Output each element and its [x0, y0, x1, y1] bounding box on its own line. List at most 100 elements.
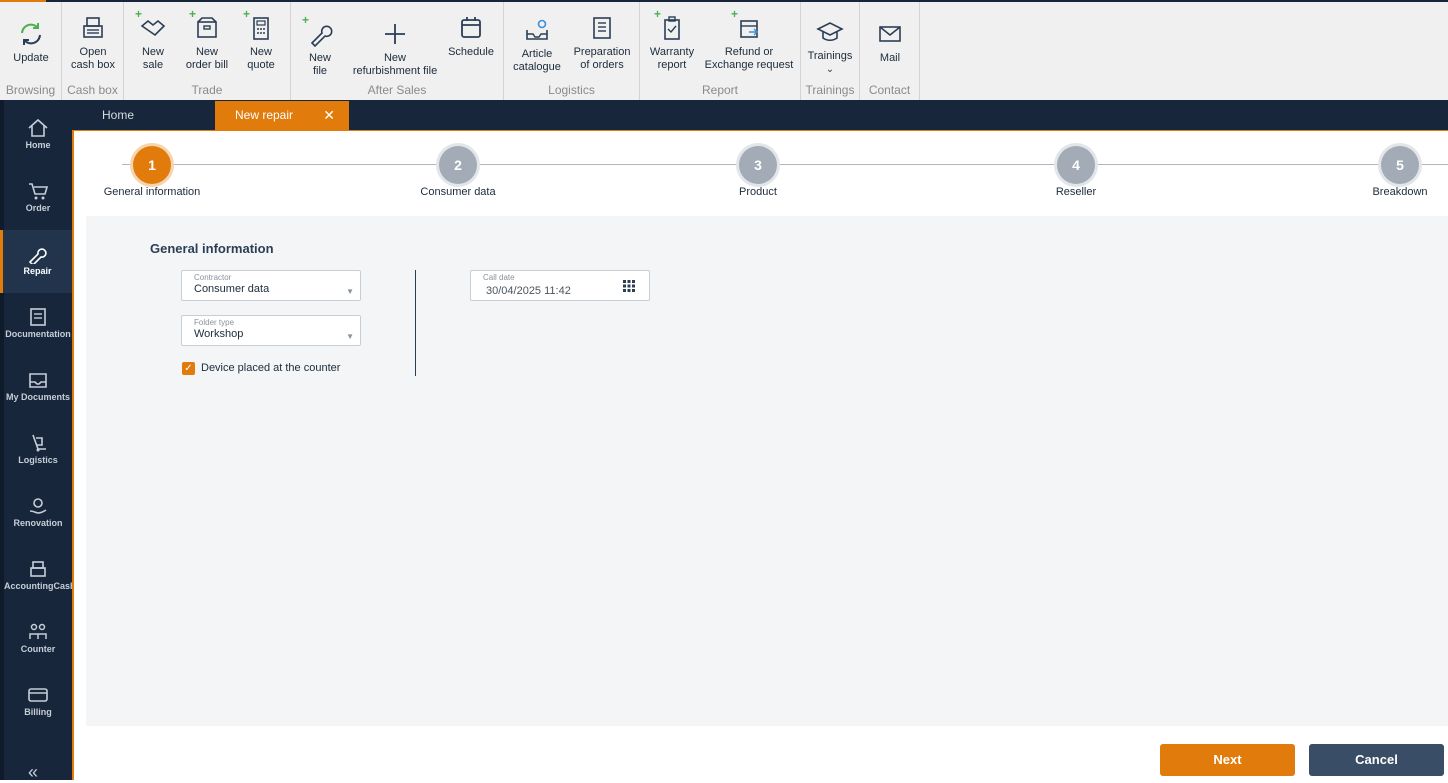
sidebar-item-label: AccountingCash — [4, 581, 76, 591]
open-cash-box-button[interactable]: Open cash box — [68, 14, 118, 72]
contractor-value: Consumer data — [194, 283, 270, 295]
sidebar-item-order[interactable]: Order — [4, 167, 72, 230]
wrench-icon — [27, 244, 49, 267]
ribbon-group-logistics: Article catalogue Preparation of orders … — [504, 2, 640, 100]
step-2[interactable]: 2 — [439, 146, 477, 184]
step-4[interactable]: 4 — [1057, 146, 1095, 184]
sidebar-item-label: Renovation — [13, 518, 63, 528]
calculator-icon: + — [243, 8, 275, 42]
step-1-label: General information — [103, 186, 201, 198]
new-quote-button[interactable]: + New quote — [242, 8, 280, 72]
new-sale-label: New sale — [141, 46, 164, 71]
sidebar-item-renovation[interactable]: Renovation — [4, 482, 72, 545]
chevron-down-icon: ▼ — [346, 332, 354, 341]
folder-type-value: Workshop — [194, 328, 244, 340]
clipboard-icon: + — [654, 8, 686, 42]
calendar-icon — [457, 14, 485, 42]
close-icon[interactable]: ✕ — [323, 101, 335, 130]
mail-icon — [876, 20, 904, 48]
preparation-of-orders-button[interactable]: Preparation of orders — [570, 14, 634, 72]
sidebar-item-label: Order — [25, 203, 51, 213]
new-file-label: New file — [308, 52, 331, 77]
document-icon — [27, 307, 49, 327]
tab-new-repair[interactable]: New repair ✕ — [215, 101, 349, 130]
sidebar-item-label: Counter — [20, 644, 56, 654]
mail-label: Mail — [879, 52, 901, 64]
catalogue-gear-icon — [523, 16, 551, 44]
warranty-report-button[interactable]: + Warranty report — [648, 8, 696, 72]
article-catalogue-button[interactable]: Article catalogue — [512, 16, 562, 74]
ribbon-group-trade: + New sale + New order bill + New quote … — [124, 2, 291, 100]
new-quote-label: New quote — [247, 46, 275, 71]
ribbon-toolbar: Update Browsing Open cash box Cash box +… — [0, 2, 1448, 100]
sidebar: Home Order Repair Documentation My Docum… — [0, 100, 76, 782]
box-icon: + — [189, 8, 221, 42]
group-label-trainings: Trainings — [805, 83, 855, 97]
inbox-icon — [27, 370, 49, 390]
group-label-after-sales: After Sales — [367, 83, 427, 97]
refund-exchange-button[interactable]: + Refund or Exchange request — [704, 8, 794, 72]
contractor-select[interactable]: Contractor Consumer data ▼ — [181, 270, 361, 301]
new-order-bill-button[interactable]: + New order bill — [182, 8, 232, 72]
trainings-dropdown-button[interactable]: Trainings ⌄ — [805, 18, 855, 76]
sidebar-item-counter[interactable]: Counter — [4, 608, 72, 671]
group-label-report: Report — [701, 83, 739, 97]
next-button[interactable]: Next — [1160, 744, 1295, 776]
sidebar-item-label: Repair — [23, 266, 52, 276]
ribbon-group-after-sales: + New file New refurbishment file Schedu… — [291, 2, 504, 100]
group-label-trade: Trade — [191, 83, 223, 97]
sidebar-item-label: Documentation — [5, 329, 71, 339]
step-3[interactable]: 3 — [739, 146, 777, 184]
update-label: Update — [13, 52, 49, 64]
step-3-label: Product — [739, 186, 777, 198]
sidebar-item-billing[interactable]: Billing — [4, 671, 72, 734]
new-file-button[interactable]: + New file — [302, 14, 337, 78]
call-date-field[interactable]: Call date 30/04/2025 11:42 — [470, 270, 650, 301]
article-catalogue-label: Article catalogue — [513, 48, 561, 73]
new-order-bill-label: New order bill — [185, 46, 229, 71]
calendar-grid-icon[interactable] — [623, 280, 635, 292]
ribbon-group-report: + Warranty report + Refund or Exchange r… — [640, 2, 801, 100]
new-sale-button[interactable]: + New sale — [135, 8, 170, 72]
group-label-cash-box: Cash box — [67, 83, 118, 97]
sidebar-item-home[interactable]: Home — [4, 104, 72, 167]
ribbon-group-trainings: Trainings ⌄ Trainings — [801, 2, 860, 100]
sidebar-item-logistics[interactable]: Logistics — [4, 419, 72, 482]
home-icon — [27, 118, 49, 138]
schedule-label: Schedule — [448, 46, 494, 58]
preparation-of-orders-label: Preparation of orders — [573, 46, 631, 71]
warranty-report-label: Warranty report — [649, 46, 695, 71]
folder-type-select[interactable]: Folder type Workshop ▼ — [181, 315, 361, 346]
sidebar-item-my-documents[interactable]: My Documents — [4, 356, 72, 419]
trainings-button-label: Trainings — [807, 50, 853, 62]
hand-gear-icon — [27, 496, 49, 516]
sidebar-item-accounting-cash[interactable]: AccountingCash — [4, 545, 76, 608]
group-label-contact: Contact — [868, 83, 911, 97]
cart-icon — [27, 181, 49, 201]
sidebar-item-repair[interactable]: Repair — [0, 230, 72, 293]
cancel-button[interactable]: Cancel — [1309, 744, 1444, 776]
update-button[interactable]: Update — [8, 20, 54, 65]
step-2-label: Consumer data — [420, 186, 496, 198]
handshake-icon: + — [135, 8, 167, 42]
schedule-button[interactable]: Schedule — [447, 14, 495, 59]
cash-register-icon — [27, 559, 49, 579]
tab-bar: Home New repair ✕ — [72, 100, 1448, 130]
refund-exchange-label: Refund or Exchange request — [704, 46, 794, 71]
sidebar-item-label: Home — [25, 140, 51, 150]
exchange-icon: + — [731, 8, 763, 42]
new-refurbishment-file-button[interactable]: New refurbishment file — [349, 20, 441, 78]
sidebar-item-label: Billing — [24, 707, 52, 717]
step-5[interactable]: 5 — [1381, 146, 1419, 184]
sidebar-item-label: My Documents — [5, 392, 70, 402]
open-cash-box-label: Open cash box — [70, 46, 116, 71]
step-5-label: Breakdown — [1372, 186, 1428, 198]
sidebar-item-documentation[interactable]: Documentation — [4, 293, 72, 356]
step-1[interactable]: 1 — [133, 146, 171, 184]
tab-home[interactable]: Home — [102, 101, 134, 130]
people-icon — [27, 622, 49, 642]
wrench-icon: + — [302, 14, 334, 48]
device-at-counter-checkbox[interactable]: ✓ — [182, 362, 195, 375]
mail-button[interactable]: Mail — [870, 20, 910, 65]
form-divider — [415, 270, 416, 376]
